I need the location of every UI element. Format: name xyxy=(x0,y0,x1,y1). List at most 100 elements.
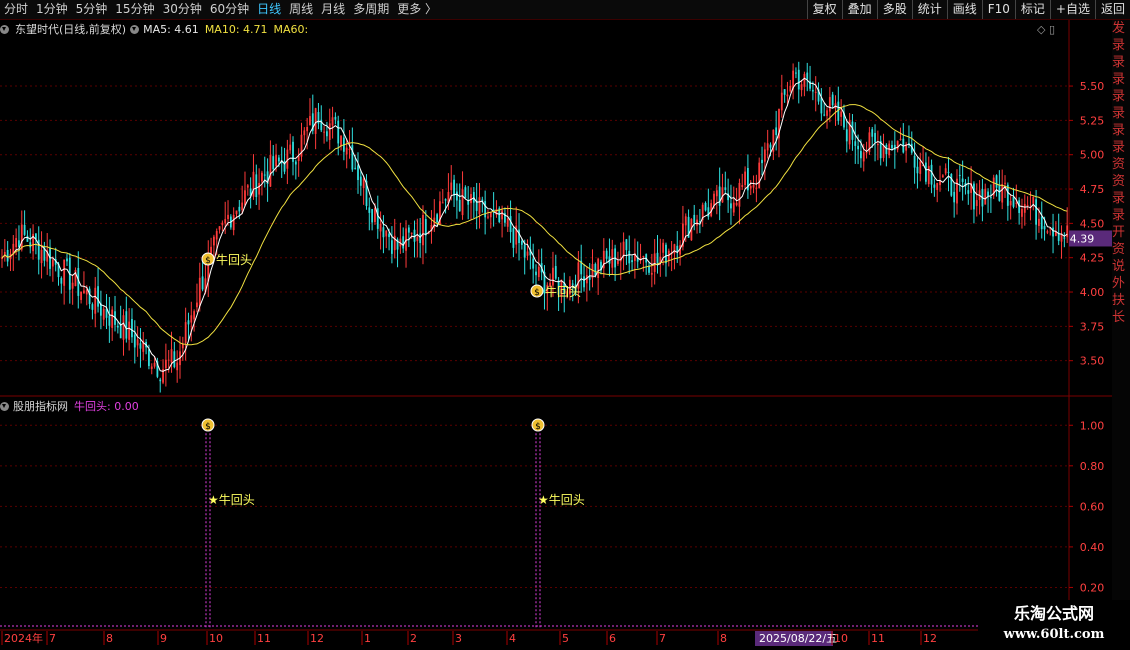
price-tick-label: 4.00 xyxy=(1080,286,1105,299)
watermark: 乐淘公式网 www.60lt.com xyxy=(978,600,1130,650)
candle-body xyxy=(3,251,6,255)
ma60-line xyxy=(1,104,1068,346)
candle-body xyxy=(235,210,238,215)
candle-body xyxy=(1035,199,1037,225)
candle-body xyxy=(662,242,665,253)
candle-body xyxy=(359,176,362,186)
candle-body xyxy=(436,214,439,223)
candle-body xyxy=(913,155,916,168)
candle-body xyxy=(597,258,600,278)
candle-body xyxy=(535,271,537,276)
candle-body xyxy=(1054,231,1057,236)
price-tick-label: 5.50 xyxy=(1080,80,1105,93)
candle-body xyxy=(489,212,492,218)
date-label: 11 xyxy=(871,632,885,645)
candle-body xyxy=(735,202,738,206)
candle-body xyxy=(422,215,424,246)
candle-body xyxy=(518,229,520,243)
candle-body xyxy=(1032,196,1035,204)
candle-body xyxy=(947,171,950,173)
candle-body xyxy=(780,92,783,111)
candle-body xyxy=(326,131,328,137)
candle-body xyxy=(631,260,633,263)
candle-body xyxy=(153,362,156,367)
candle-body xyxy=(345,147,348,155)
candle-body xyxy=(102,308,105,320)
candle-body xyxy=(713,193,715,206)
candle-body xyxy=(297,155,300,162)
candle-body xyxy=(1,257,3,259)
price-tick-label: 4.75 xyxy=(1080,183,1105,196)
candle-body xyxy=(1015,202,1018,204)
candle-body xyxy=(1038,218,1040,226)
candle-body xyxy=(761,159,763,164)
candle-body xyxy=(277,157,280,162)
date-label: 6 xyxy=(609,632,616,645)
candle-body xyxy=(187,320,190,325)
candle-body xyxy=(246,185,249,188)
date-label: 7 xyxy=(659,632,666,645)
candle-body xyxy=(1012,197,1015,207)
candle-body xyxy=(958,174,961,176)
indicator-tick-label: 1.00 xyxy=(1080,419,1105,432)
candle-body xyxy=(201,276,204,290)
candle-body xyxy=(653,253,656,272)
candle-body xyxy=(1018,200,1021,213)
candle-body xyxy=(424,219,427,236)
candle-body xyxy=(944,168,947,174)
candle-body xyxy=(306,126,309,132)
stock-chart[interactable]: 5.50 5.25 5.00 4.75 4.50 4.25 4.00 3.75 3.50 4.39… xyxy=(0,0,1112,650)
candle-body xyxy=(650,272,653,275)
strip-char: 扶 xyxy=(1112,293,1126,308)
candle-body xyxy=(1043,226,1046,230)
candle-body xyxy=(617,261,619,264)
candle-body xyxy=(693,214,696,224)
date-label: 3 xyxy=(455,632,462,645)
candle-body xyxy=(763,149,766,162)
candle-body xyxy=(379,223,382,232)
candle-body xyxy=(198,277,201,307)
candle-body xyxy=(60,278,63,284)
candle-body xyxy=(899,138,902,140)
signal-label: 牛回头 xyxy=(216,252,252,267)
candle-body xyxy=(461,189,464,216)
strip-char: 资 xyxy=(1112,242,1126,257)
indicator-tick-label: 0.40 xyxy=(1080,541,1105,554)
candle-body xyxy=(294,161,297,165)
candle-body xyxy=(1023,203,1026,213)
candle-body xyxy=(995,175,998,188)
candle-body xyxy=(292,141,294,162)
candle-body xyxy=(715,190,718,197)
candle-body xyxy=(975,200,978,206)
candle-body xyxy=(244,190,246,206)
candle-body xyxy=(85,289,88,295)
candle-body xyxy=(501,210,503,220)
candle-body xyxy=(854,141,857,146)
candle-body xyxy=(362,178,365,189)
right-info-strip: 发录录录录录录录资资录录开资说外扶长 xyxy=(1112,20,1130,630)
candle-body xyxy=(159,379,162,382)
indicator-signal-label: ★牛回头 xyxy=(208,492,255,507)
candle-body xyxy=(314,108,317,134)
candle-body xyxy=(71,282,74,289)
candle-body xyxy=(594,263,597,276)
candle-body xyxy=(769,144,772,148)
candle-body xyxy=(642,256,645,258)
candle-body xyxy=(916,166,919,174)
candle-body xyxy=(752,184,755,188)
date-label: 9 xyxy=(160,632,167,645)
candle-body xyxy=(840,111,843,117)
candle-body xyxy=(241,202,244,211)
candle-body xyxy=(190,315,193,323)
candle-body xyxy=(730,203,732,209)
candle-body xyxy=(665,244,667,264)
candle-body xyxy=(506,218,509,227)
candle-body xyxy=(925,162,927,182)
candle-body xyxy=(1004,182,1006,184)
date-label: 1 xyxy=(364,632,371,645)
candle-body xyxy=(588,276,591,280)
candle-body xyxy=(814,91,817,93)
candle-body xyxy=(628,250,631,264)
candle-body xyxy=(128,321,131,340)
money-bag-glyph: $ xyxy=(535,422,541,432)
